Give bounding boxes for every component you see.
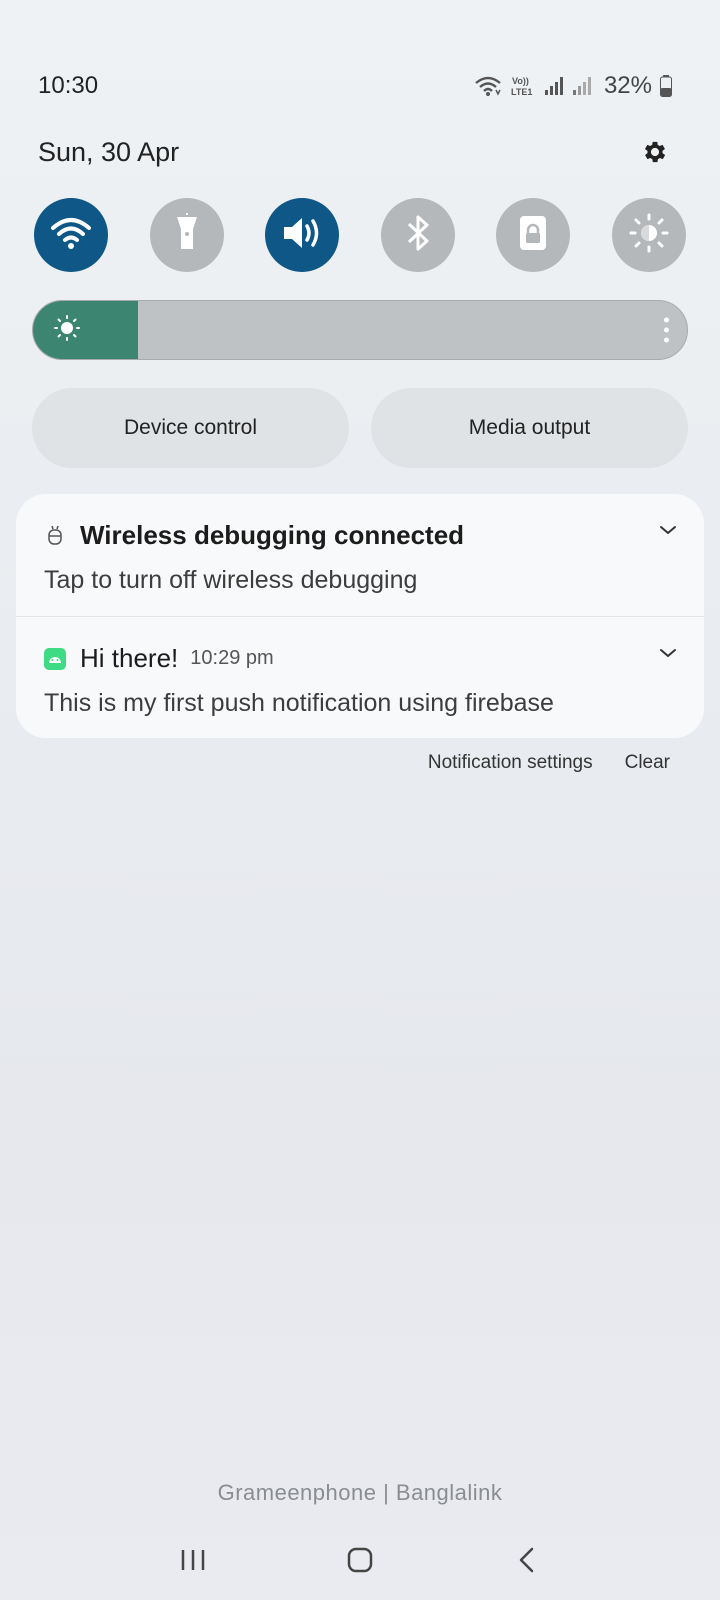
battery-percent: 32% [603,72,652,99]
brightness-slider[interactable] [32,300,688,360]
notification-header: Hi there! 10:29 pm [44,643,644,674]
notification-actions: Notification settings Clear [428,752,670,774]
status-bar: 10:30 Vo)) LTE1 32% [38,66,672,106]
brightness-icon [629,213,669,258]
notification-item[interactable]: Wireless debugging connected Tap to turn… [16,494,704,616]
recent-apps-button[interactable] [163,1537,223,1587]
sound-icon [280,215,324,256]
sound-toggle[interactable] [265,198,340,272]
date-text: Sun, 30 Apr [38,136,180,167]
control-pills: Device control Media output [32,388,688,468]
notification-settings-button[interactable]: Notification settings [428,752,593,774]
notification-title: Hi there! [80,643,179,673]
gear-icon[interactable] [638,135,672,169]
notification-body: This is my first push notification using… [44,689,554,717]
wifi-toggle[interactable] [34,198,108,272]
notification-time: 10:29 pm [190,647,274,669]
notification-header: Wireless debugging connected [44,520,644,551]
bluetooth-icon [405,213,431,258]
sun-icon [53,314,81,347]
notification-title: Wireless debugging connected [80,520,465,550]
quick-toggles [34,198,686,272]
notification-body: Tap to turn off wireless debugging [44,566,418,594]
carrier-label: Grameenphone | Banglalink [217,1480,503,1505]
chevron-down-icon[interactable] [656,518,680,542]
signal-icon [572,76,592,96]
wifi-icon [51,216,91,255]
wifi-icon [474,75,502,97]
brightness-toggle[interactable] [611,198,686,272]
lock-toggle[interactable] [496,198,571,272]
home-button[interactable] [330,1537,390,1587]
svg-text:LTE1: LTE1 [511,87,532,97]
battery-icon [660,75,672,97]
chevron-down-icon[interactable] [656,641,680,665]
debug-icon [44,525,66,547]
back-icon [517,1546,537,1579]
flashlight-toggle[interactable] [149,198,224,272]
status-time: 10:30 [38,72,99,99]
more-options-icon[interactable] [664,317,669,343]
signal-icon [544,76,564,96]
navigation-bar [0,1532,720,1592]
back-button[interactable] [497,1537,557,1587]
notifications-card: Wireless debugging connected Tap to turn… [16,494,704,738]
media-output-button[interactable]: Media output [371,388,688,468]
device-control-button[interactable]: Device control [32,388,349,468]
android-icon [44,647,66,670]
notification-item[interactable]: Hi there! 10:29 pm This is my first push… [16,616,704,738]
recents-icon [180,1548,206,1577]
bluetooth-toggle[interactable] [380,198,455,272]
clear-button[interactable]: Clear [625,752,670,774]
status-icons: Vo)) LTE1 32% [474,72,672,100]
volte-icon: Vo)) LTE1 [510,74,536,98]
brightness-level [33,301,138,359]
lock-icon [518,213,548,258]
home-icon [346,1546,374,1579]
svg-text:Vo)): Vo)) [512,76,529,86]
flashlight-icon [173,210,201,258]
date-row: Sun, 30 Apr [38,130,672,174]
